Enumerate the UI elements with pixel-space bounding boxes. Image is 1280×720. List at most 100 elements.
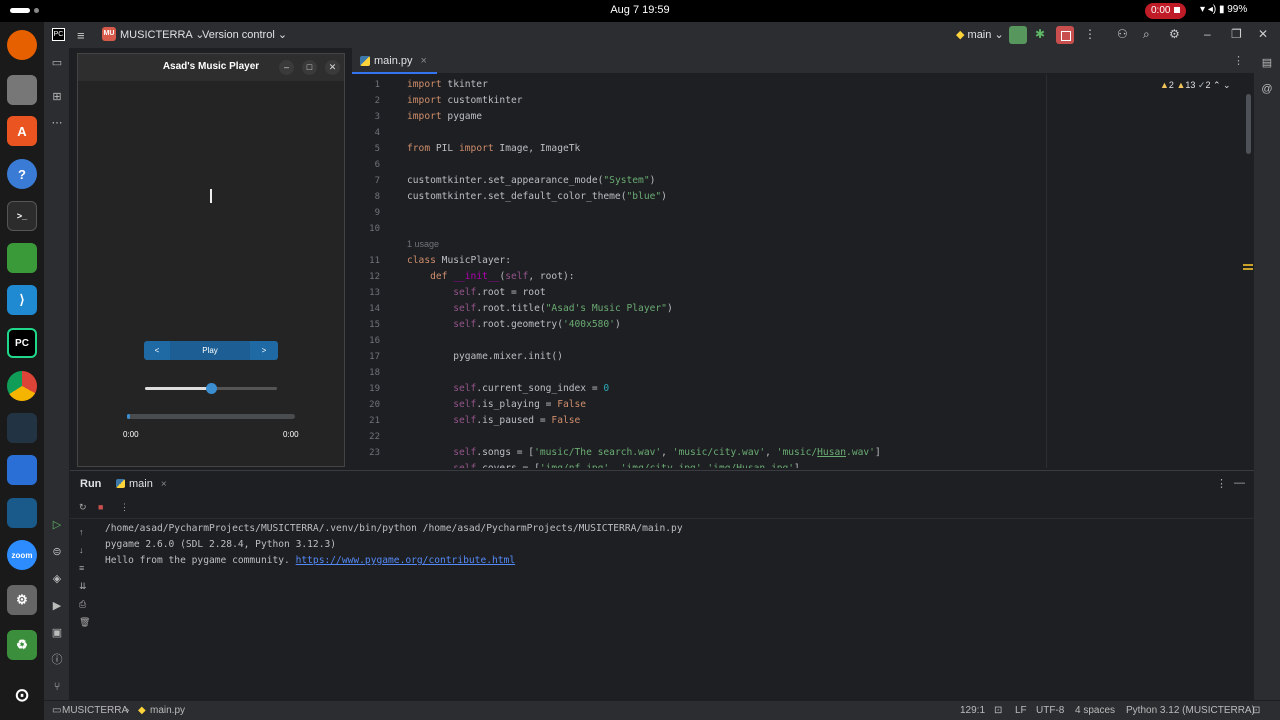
firefox-icon[interactable] bbox=[7, 30, 37, 60]
window-title-bar[interactable]: Asad's Music Player – □ ✕ bbox=[78, 54, 344, 81]
editor-scrollbar[interactable] bbox=[1246, 94, 1251, 154]
close-icon[interactable]: ✕ bbox=[325, 60, 340, 75]
lock-icon[interactable]: ⊡ bbox=[1252, 705, 1260, 716]
run-config-selector[interactable]: ◆ main ⌄ bbox=[956, 28, 1004, 41]
main-menu-icon[interactable]: ≡ bbox=[77, 28, 85, 43]
settings-icon[interactable]: ⚙ bbox=[7, 585, 37, 615]
code-line[interactable]: import customtkinter bbox=[407, 95, 523, 106]
tab-main-py[interactable]: main.py × bbox=[352, 48, 437, 74]
minimize-icon[interactable]: – bbox=[279, 60, 294, 75]
code-line[interactable]: class MusicPlayer: bbox=[407, 255, 511, 266]
play-button[interactable]: Play bbox=[170, 341, 250, 360]
code-line[interactable]: from PIL import Image, ImageTk bbox=[407, 143, 580, 154]
status-file[interactable]: main.py bbox=[150, 705, 185, 716]
song-progress-bar[interactable] bbox=[127, 414, 295, 419]
hide-panel-icon[interactable]: — bbox=[1234, 477, 1245, 489]
trash-icon[interactable]: ♻ bbox=[7, 630, 37, 660]
chevron-down-icon[interactable]: ⌄ bbox=[1221, 80, 1231, 90]
print-icon[interactable]: ⎙ bbox=[79, 599, 86, 610]
maximize-icon[interactable]: □ bbox=[302, 60, 317, 75]
code-line[interactable]: self.root.title("Asad's Music Player") bbox=[407, 303, 673, 314]
close-icon[interactable]: ✕ bbox=[1258, 27, 1268, 41]
close-tab-icon[interactable]: × bbox=[421, 55, 427, 67]
code-line[interactable]: pygame.mixer.init() bbox=[407, 351, 563, 362]
code-line[interactable]: customtkinter.set_appearance_mode("Syste… bbox=[407, 175, 655, 186]
code-line[interactable]: self.songs = ['music/The search.wav', 'm… bbox=[407, 447, 881, 458]
show-apps-icon[interactable]: ⊙ bbox=[7, 680, 37, 710]
code-line[interactable]: self.root.geometry('400x580') bbox=[407, 319, 621, 330]
code-line[interactable]: def __init__(self, root): bbox=[407, 271, 574, 282]
code-line[interactable]: import pygame bbox=[407, 111, 482, 122]
pygame-contribute-link[interactable]: https://www.pygame.org/contribute.html bbox=[296, 555, 516, 566]
scroll-down-icon[interactable]: ↓ bbox=[79, 545, 84, 555]
volume-knob[interactable] bbox=[206, 383, 217, 394]
usage-hint[interactable]: 1 usage bbox=[407, 239, 439, 249]
options-icon[interactable]: ⋮ bbox=[1216, 477, 1227, 490]
close-tab-icon[interactable]: × bbox=[161, 479, 167, 490]
screen-recording-indicator[interactable]: 0:00 bbox=[1145, 3, 1187, 19]
debug-button[interactable]: ✱ bbox=[1035, 27, 1045, 41]
inspection-widget[interactable]: ▲2 ▲13 ✓2 ⌃ ⌄ bbox=[1160, 80, 1231, 91]
code-with-me-icon[interactable]: ⚇ bbox=[1117, 27, 1128, 41]
code-line[interactable]: self.is_paused = False bbox=[407, 415, 580, 426]
scroll-to-end-icon[interactable]: ⇊ bbox=[79, 581, 87, 592]
mysql-workbench-icon[interactable] bbox=[7, 498, 37, 528]
problems-icon[interactable]: ⓘ bbox=[50, 653, 64, 667]
rerun-button[interactable] bbox=[1009, 26, 1027, 44]
file-encoding[interactable]: UTF-8 bbox=[1036, 705, 1064, 716]
status-project[interactable]: MUSICTERRA bbox=[62, 705, 128, 716]
line-separator[interactable]: LF bbox=[1015, 705, 1027, 716]
clear-all-icon[interactable]: 🗑 bbox=[79, 617, 90, 628]
vcs-menu[interactable]: Version control ⌄ bbox=[202, 28, 287, 41]
ai-assistant-icon[interactable]: @ bbox=[1260, 82, 1274, 96]
code-line[interactable]: customtkinter.set_default_color_theme("b… bbox=[407, 191, 667, 202]
indent-setting[interactable]: 4 spaces bbox=[1075, 705, 1115, 716]
system-tray[interactable]: ▾ ◂) ▮ 99% bbox=[1200, 4, 1247, 15]
scroll-up-icon[interactable]: ↑ bbox=[79, 527, 84, 537]
minimize-icon[interactable]: – bbox=[1204, 27, 1211, 41]
stop-button[interactable] bbox=[1056, 26, 1074, 44]
app-center-icon[interactable]: A bbox=[7, 116, 37, 146]
terminal-icon[interactable]: >_ bbox=[7, 201, 37, 231]
vscode-icon[interactable]: ⟩ bbox=[7, 285, 37, 315]
previous-button[interactable]: < bbox=[144, 341, 170, 360]
more-options-icon[interactable]: ⋮ bbox=[120, 502, 129, 513]
search-icon[interactable]: ⌕ bbox=[1143, 27, 1150, 42]
run-tool-icon[interactable]: ▷ bbox=[50, 518, 64, 532]
restore-icon[interactable]: ❐ bbox=[1231, 27, 1242, 41]
stop-icon[interactable]: ■ bbox=[98, 502, 103, 512]
more-actions-icon[interactable]: ⋮ bbox=[1084, 27, 1096, 41]
code-line[interactable]: self.covers = ['img/nf.jpg', 'img/city.j… bbox=[407, 463, 800, 468]
project-selector[interactable]: MUSICTERRA ⌄ bbox=[120, 28, 204, 41]
warning-marker[interactable] bbox=[1243, 268, 1253, 270]
git-icon[interactable]: ⑂ bbox=[50, 680, 64, 694]
files-icon[interactable] bbox=[7, 75, 37, 105]
structure-icon[interactable]: ⊞ bbox=[50, 90, 64, 104]
services-icon[interactable]: ▶ bbox=[50, 599, 64, 613]
caret-position[interactable]: 129:1 bbox=[960, 705, 985, 716]
soft-wrap-icon[interactable]: ≡ bbox=[79, 563, 84, 573]
project-folder-icon[interactable]: ▭ bbox=[50, 56, 64, 70]
chrome-icon[interactable] bbox=[7, 371, 37, 401]
code-editor[interactable]: ▲2 ▲13 ✓2 ⌃ ⌄ 1 2 3 4 5 6 7 8 9 10 11 12… bbox=[352, 74, 1254, 468]
text-editor-icon[interactable] bbox=[7, 243, 37, 273]
pycharm-icon[interactable]: PC bbox=[7, 328, 37, 358]
python-packages-icon[interactable]: ⊜ bbox=[50, 545, 64, 559]
python-interpreter[interactable]: Python 3.12 (MUSICTERRA) bbox=[1126, 705, 1255, 716]
system-clock[interactable]: Aug 7 19:59 bbox=[0, 4, 1280, 16]
help-icon[interactable]: ? bbox=[7, 159, 37, 189]
tab-run-config[interactable]: main × bbox=[116, 478, 167, 490]
rerun-icon[interactable]: ↻ bbox=[79, 502, 87, 513]
feather-app-icon[interactable] bbox=[7, 455, 37, 485]
notifications-icon[interactable]: ▤ bbox=[1260, 56, 1274, 70]
chevron-up-icon[interactable]: ⌃ bbox=[1213, 80, 1221, 90]
zoom-icon[interactable]: zoom bbox=[7, 540, 37, 570]
code-line[interactable]: self.current_song_index = 0 bbox=[407, 383, 609, 394]
code-line[interactable]: self.is_playing = False bbox=[407, 399, 586, 410]
remote-desktop-icon[interactable] bbox=[7, 413, 37, 443]
code-line[interactable]: import tkinter bbox=[407, 79, 488, 90]
readonly-toggle-icon[interactable]: ⊡ bbox=[994, 705, 1002, 716]
settings-gear-icon[interactable]: ⚙ bbox=[1169, 27, 1180, 41]
tab-options-icon[interactable]: ⋮ bbox=[1233, 54, 1244, 67]
layers-icon[interactable]: ◈ bbox=[50, 572, 64, 586]
